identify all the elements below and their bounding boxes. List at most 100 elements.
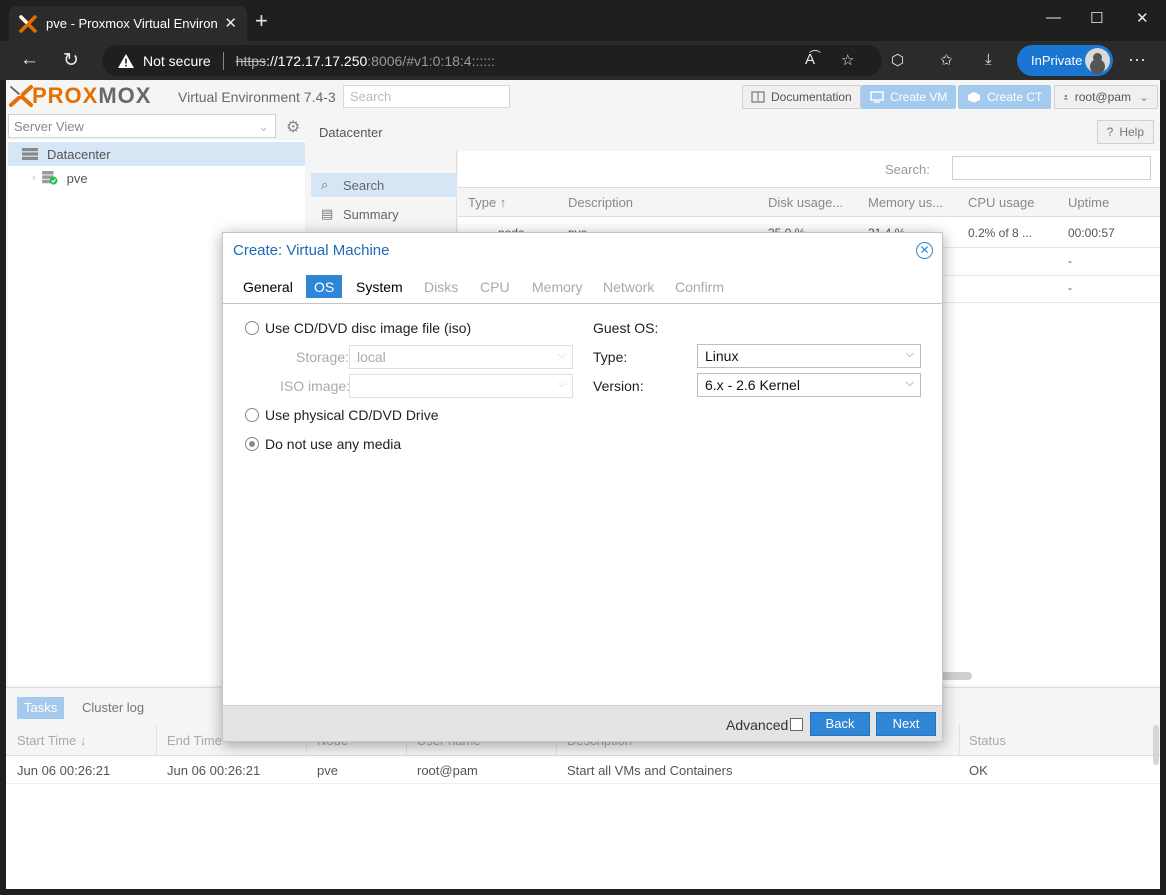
version-label: Version:	[593, 378, 644, 394]
browser-tabbar: pve - Proxmox Virtual Environment ✕ + — …	[0, 0, 1166, 41]
back-button[interactable]: Back	[810, 712, 870, 736]
profile-avatar-icon	[1085, 48, 1110, 73]
os-version-select[interactable]: 6.x - 2.6 Kernel ⌵	[697, 373, 921, 397]
cell-cpu: 0.2% of 8 ...	[968, 226, 1033, 240]
type-label: Type:	[593, 349, 628, 365]
cell-description: Start all VMs and Containers	[567, 763, 733, 778]
storage-select[interactable]: local ⌵	[349, 345, 573, 369]
col-disk-usage[interactable]: Disk usage...	[768, 195, 843, 210]
chevron-right-icon: ›	[32, 172, 36, 184]
col-type[interactable]: Type ↑	[468, 195, 506, 210]
dialog-title: Create: Virtual Machine	[233, 242, 390, 259]
vertical-scrollbar[interactable]	[1153, 725, 1159, 765]
more-menu-icon[interactable]: ···	[1128, 49, 1146, 70]
nav-item-summary[interactable]: ▤ Summary	[311, 202, 457, 226]
cell-end-time: Jun 06 00:26:21	[167, 763, 261, 778]
inprivate-button[interactable]: InPrivate	[1017, 45, 1113, 76]
os-type-select[interactable]: Linux ⌵	[697, 344, 921, 368]
close-icon[interactable]: ✕	[916, 242, 933, 259]
documentation-button[interactable]: Documentation	[742, 85, 861, 109]
cell-status: OK	[969, 763, 988, 778]
chevron-down-icon: ⌵	[905, 348, 914, 360]
back-arrow-icon[interactable]: ←	[20, 49, 39, 71]
dialog-footer: Advanced Back Next	[223, 705, 942, 741]
tab-confirm[interactable]: Confirm	[667, 275, 732, 298]
storage-value: local	[357, 349, 386, 365]
warning-icon	[118, 53, 134, 68]
header-search-input[interactable]: Search	[343, 85, 510, 108]
col-uptime[interactable]: Uptime	[1068, 195, 1109, 210]
create-vm-button[interactable]: Create VM	[861, 85, 957, 109]
add-favorite-icon[interactable]: ☆	[841, 51, 854, 69]
panel-title: Datacenter	[319, 125, 383, 140]
col-start-time[interactable]: Start Time ↓	[17, 733, 86, 748]
tab-cluster-log[interactable]: Cluster log	[75, 697, 151, 719]
col-memory-usage[interactable]: Memory us...	[868, 195, 943, 210]
reload-icon[interactable]: ↻	[63, 49, 79, 72]
downloads-icon[interactable]: ⤓	[985, 51, 992, 68]
create-ct-button[interactable]: Create CT	[958, 85, 1052, 109]
gear-icon[interactable]: ⚙	[286, 117, 300, 137]
col-description[interactable]: Description	[568, 195, 633, 210]
tab-os[interactable]: OS	[306, 275, 343, 298]
radio-button[interactable]	[245, 437, 259, 451]
extensions-icon[interactable]: ⬡	[891, 51, 904, 69]
iso-image-select[interactable]: ⌵	[349, 374, 573, 398]
os-panel: Use CD/DVD disc image file (iso) Storage…	[223, 304, 942, 705]
chevron-down-icon: ⌄	[1138, 90, 1149, 104]
table-row[interactable]: Jun 06 00:26:21 Jun 06 00:26:21 pve root…	[6, 756, 1160, 784]
nav-item-search[interactable]: ⌕ Search	[311, 173, 457, 197]
url-protocol: https	[235, 52, 267, 69]
not-secure-label[interactable]: Not secure	[143, 53, 211, 69]
radio-button[interactable]	[245, 408, 259, 422]
advanced-label: Advanced	[726, 717, 789, 733]
tree-item-pve[interactable]: › pve	[8, 166, 305, 190]
tab-disks[interactable]: Disks	[416, 275, 466, 298]
next-button[interactable]: Next	[876, 712, 936, 736]
radio-physical-drive[interactable]: Use physical CD/DVD Drive	[245, 407, 438, 423]
favorites-icon[interactable]: ✩	[940, 51, 953, 69]
tab-close-icon[interactable]: ✕	[224, 14, 237, 32]
proxmox-favicon-icon	[19, 14, 37, 33]
maximize-icon[interactable]: ☐	[1090, 9, 1103, 27]
tab-memory[interactable]: Memory	[524, 275, 591, 298]
radio-no-media[interactable]: Do not use any media	[245, 436, 401, 452]
cube-icon	[968, 92, 980, 103]
advanced-checkbox[interactable]	[790, 718, 803, 731]
tab-general[interactable]: General	[235, 275, 301, 298]
tab-system[interactable]: System	[348, 275, 411, 298]
grid-search-input[interactable]	[952, 156, 1151, 180]
new-tab-icon[interactable]: +	[255, 10, 268, 32]
tab-network[interactable]: Network	[595, 275, 662, 298]
tree-item-datacenter[interactable]: Datacenter	[8, 142, 305, 166]
book-icon	[751, 91, 765, 103]
create-vm-label: Create VM	[890, 90, 948, 104]
col-end-time[interactable]: End Time	[167, 733, 222, 748]
minimize-icon[interactable]: —	[1046, 9, 1061, 26]
url-bar[interactable]: Not secure https ://172.17.17.250 :8006/…	[102, 45, 882, 76]
browser-tab[interactable]: pve - Proxmox Virtual Environment ✕	[9, 6, 247, 41]
col-cpu-usage[interactable]: CPU usage	[968, 195, 1034, 210]
help-button[interactable]: ? Help	[1096, 120, 1154, 144]
tab-tasks[interactable]: Tasks	[17, 697, 65, 719]
server-rack-icon	[22, 148, 38, 160]
radio-button[interactable]	[245, 321, 259, 335]
user-menu-button[interactable]: root@pam ⌄	[1054, 85, 1158, 109]
proxmox-x-icon	[8, 84, 34, 108]
chevron-down-icon: ⌄	[258, 119, 269, 134]
help-label: Help	[1119, 125, 1144, 139]
tab-cpu[interactable]: CPU	[472, 275, 518, 298]
cell-start-time: Jun 06 00:26:21	[17, 763, 111, 778]
proxmox-logo: PROXMOX	[8, 83, 151, 108]
iso-image-label: ISO image:	[280, 378, 351, 394]
server-view-select[interactable]: Server View ⌄	[8, 114, 276, 138]
col-status[interactable]: Status	[969, 733, 1006, 748]
close-window-icon[interactable]: ✕	[1136, 9, 1149, 27]
chevron-down-icon: ⌵	[905, 377, 914, 389]
search-icon: ⌕	[321, 177, 329, 192]
url-host: ://172.17.17.250	[266, 52, 368, 69]
version-label: Virtual Environment 7.4-3	[178, 89, 336, 105]
read-aloud-icon[interactable]: A͡	[805, 51, 815, 68]
logo-prox: PROX	[32, 83, 99, 108]
radio-use-iso[interactable]: Use CD/DVD disc image file (iso)	[245, 320, 471, 336]
